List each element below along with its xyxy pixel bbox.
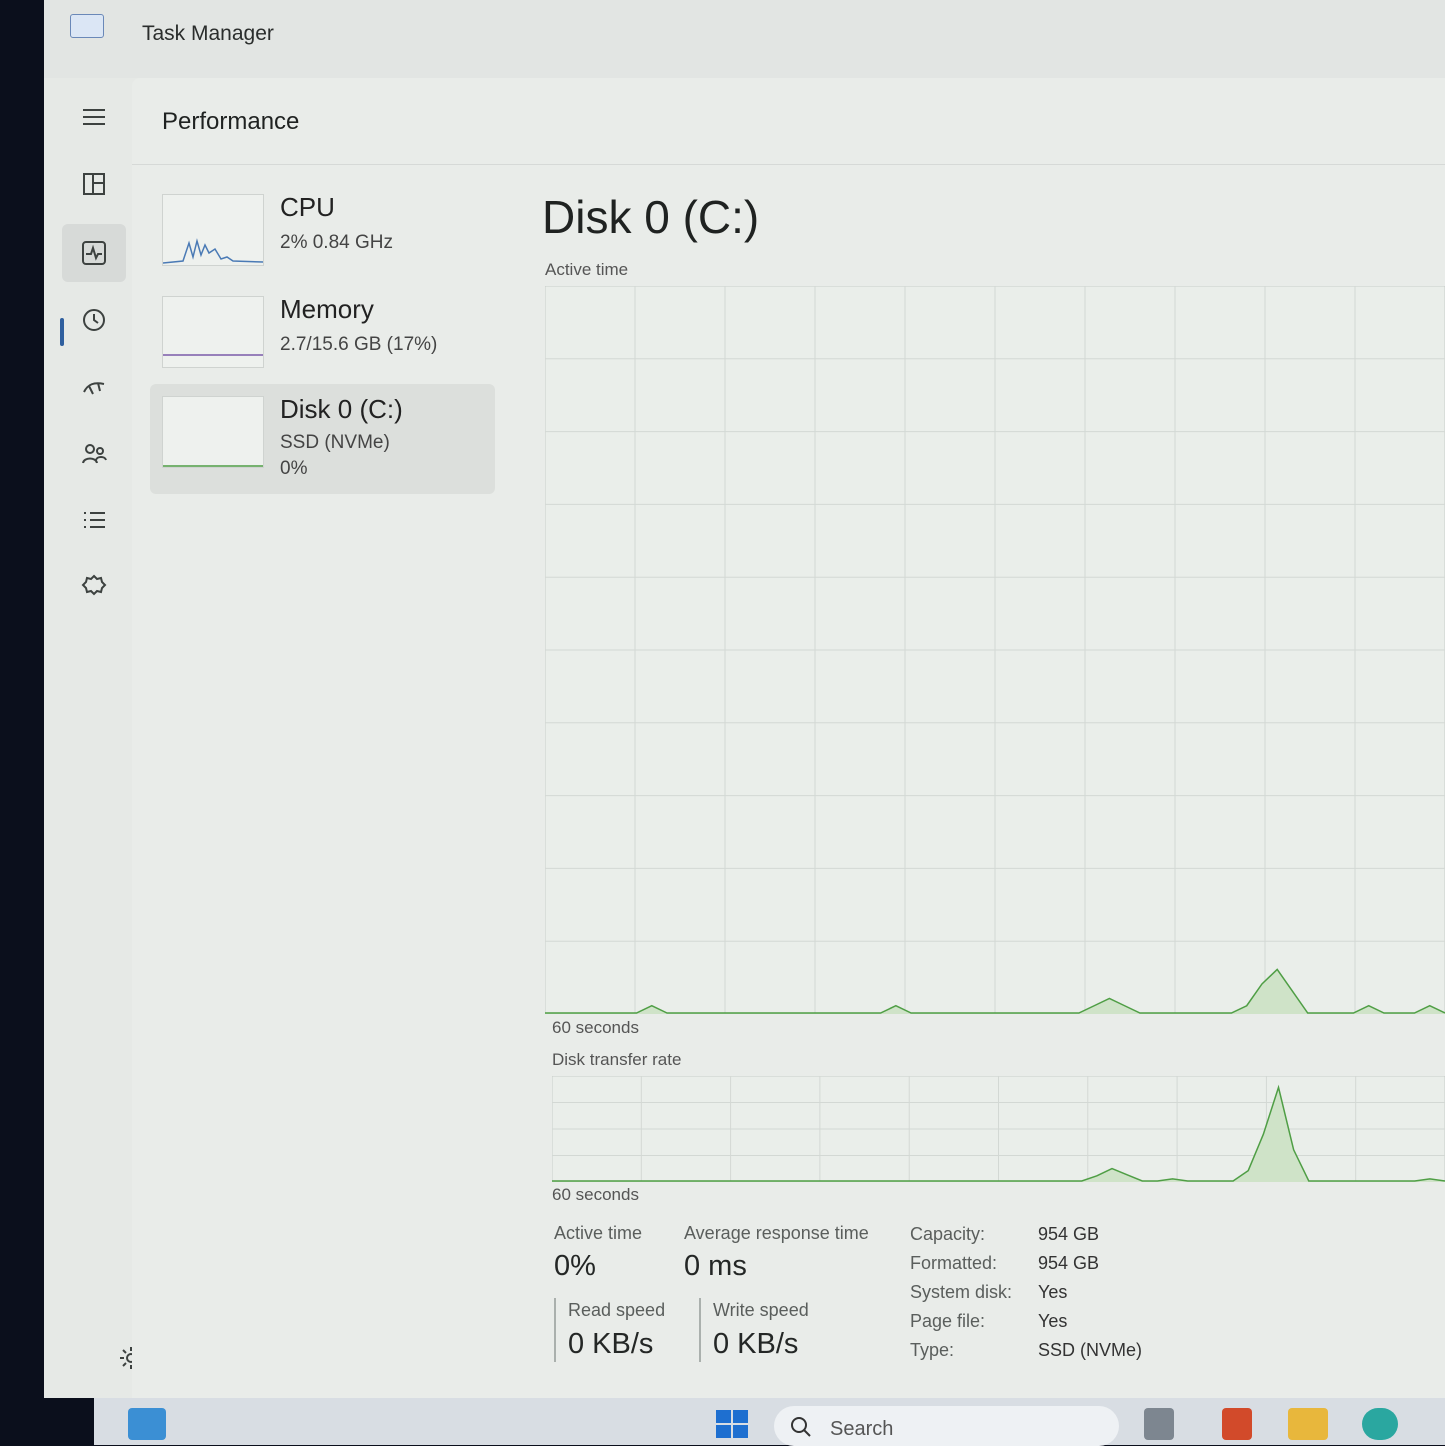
active-time-axis-label: 60 seconds (552, 1018, 639, 1037)
device-name: Memory (280, 294, 374, 324)
taskbar-app-icon[interactable] (1144, 1408, 1174, 1440)
task-view-icon[interactable] (128, 1408, 166, 1440)
office-icon[interactable] (1222, 1408, 1252, 1440)
read-speed-value: 0 KB/s (568, 1328, 654, 1360)
page-title: Performance (162, 108, 300, 135)
task-manager-icon (70, 14, 104, 38)
active-time-chart (545, 286, 1445, 1014)
type-value: SSD (NVMe) (1038, 1340, 1143, 1360)
device-usage: 2.7/15.6 GB (17%) (280, 334, 438, 355)
active-time-chart-label: Active time (545, 260, 629, 279)
details-icon[interactable] (62, 491, 126, 549)
transfer-rate-chart (552, 1076, 1445, 1182)
menu-icon[interactable] (62, 88, 126, 146)
edge-icon[interactable] (1362, 1408, 1398, 1440)
device-usage: 0% (280, 458, 308, 479)
read-divider (554, 1298, 556, 1362)
system-disk-value: Yes (1038, 1282, 1068, 1302)
file-explorer-icon[interactable] (1288, 1408, 1328, 1440)
write-speed-value: 0 KB/s (713, 1328, 799, 1360)
taskbar: Search (94, 1398, 1445, 1446)
disk-heading: Disk 0 (C:) (542, 191, 760, 243)
device-type: SSD (NVMe) (280, 432, 390, 453)
users-icon[interactable] (62, 425, 126, 483)
device-item-cpu[interactable]: CPU 2% 0.84 GHz (150, 182, 495, 292)
search-placeholder: Search (830, 1418, 894, 1440)
memory-thumbnail-graph (162, 296, 264, 368)
performance-icon[interactable] (62, 224, 126, 282)
write-speed-label: Write speed (713, 1300, 809, 1320)
page-file-value: Yes (1038, 1311, 1068, 1331)
device-item-disk[interactable]: Disk 0 (C:) SSD (NVMe) 0% (150, 384, 495, 494)
title-bar: Task Manager (44, 0, 1445, 78)
startup-apps-icon[interactable] (62, 358, 126, 416)
search-icon (791, 1417, 811, 1437)
device-usage: 2% 0.84 GHz (280, 232, 393, 253)
services-icon[interactable] (62, 558, 126, 616)
device-item-memory[interactable]: Memory 2.7/15.6 GB (17%) (150, 284, 495, 394)
active-time-stat-label: Active time (554, 1223, 643, 1243)
capacity-value: 954 GB (1038, 1224, 1100, 1244)
capacity-label: Capacity: (910, 1224, 986, 1244)
header-divider (132, 164, 1445, 165)
active-time-stat-value: 0% (554, 1250, 596, 1282)
cpu-thumbnail-graph (162, 194, 264, 266)
task-manager-window: Task Manager Performance CPU 2% 0.84 GHz… (44, 0, 1445, 1398)
taskbar-search[interactable]: Search (774, 1406, 1119, 1446)
formatted-label: Formatted: (910, 1253, 998, 1273)
performance-page: Performance CPU 2% 0.84 GHz Memory 2.7/1… (132, 78, 1445, 1398)
start-icon[interactable] (714, 1408, 750, 1440)
formatted-value: 954 GB (1038, 1253, 1100, 1273)
avg-response-value: 0 ms (684, 1250, 747, 1282)
type-label: Type: (910, 1340, 955, 1360)
processes-icon[interactable] (62, 155, 126, 213)
read-speed-label: Read speed (568, 1300, 666, 1320)
navigation-pane (44, 78, 132, 1398)
disk-thumbnail-graph (162, 396, 264, 468)
system-disk-label: System disk: (910, 1282, 1013, 1302)
transfer-rate-chart-label: Disk transfer rate (552, 1050, 682, 1069)
page-file-label: Page file: (910, 1311, 986, 1331)
write-divider (699, 1298, 701, 1362)
window-title: Task Manager (142, 22, 274, 45)
device-name: Disk 0 (C:) (280, 394, 403, 424)
device-name: CPU (280, 192, 335, 222)
transfer-rate-axis-label: 60 seconds (552, 1185, 639, 1204)
avg-response-label: Average response time (684, 1223, 869, 1243)
app-history-icon[interactable] (62, 291, 126, 349)
